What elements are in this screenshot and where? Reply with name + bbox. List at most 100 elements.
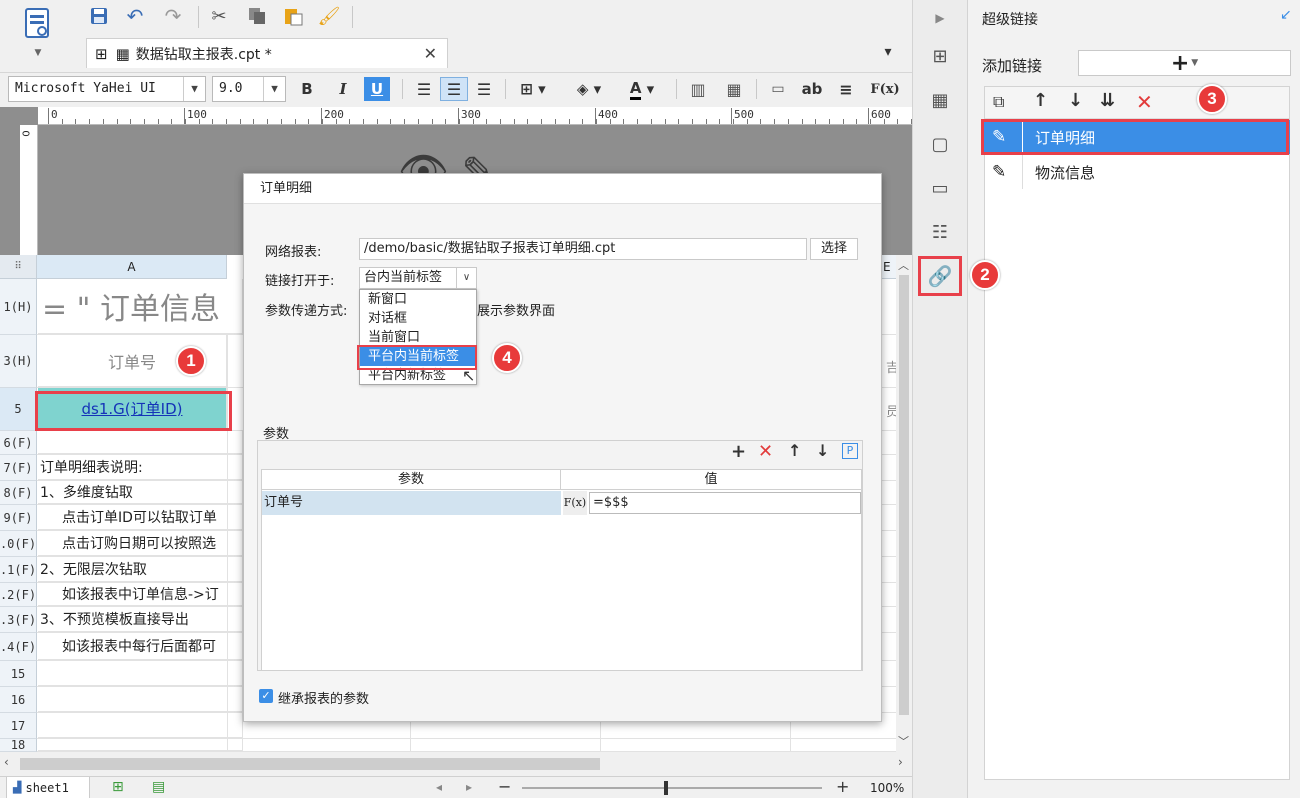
zoom-slider-thumb[interactable] — [664, 781, 668, 795]
cell-a12[interactable]: 如该报表中每行后面都可 — [38, 633, 243, 660]
row-header[interactable]: 18 — [0, 738, 37, 752]
collapse-arrow-icon[interactable]: ▶ — [917, 2, 963, 34]
fill-color-icon[interactable]: ◈ ▾ — [568, 77, 610, 101]
row-header[interactable]: 6(F) — [0, 431, 37, 455]
template-tab[interactable]: ⊞ ▦ 数据钻取主报表.cpt * ✕ — [86, 38, 448, 68]
row-header[interactable]: 7(F) — [0, 455, 37, 481]
widget-icon[interactable]: ▦ — [917, 84, 963, 116]
cell-element-icon[interactable]: ▢ — [917, 128, 963, 160]
horizontal-scrollbar[interactable]: ‹ › — [0, 752, 912, 776]
copy-icon[interactable] — [244, 4, 270, 28]
link-down-icon[interactable]: ↓ — [1068, 90, 1083, 111]
row-header[interactable]: 17 — [0, 713, 37, 739]
underline-button[interactable]: U — [364, 77, 390, 101]
row-header[interactable]: .2(F) — [0, 583, 37, 607]
scroll-thumb-h[interactable] — [20, 758, 600, 770]
dropdown-option[interactable]: 新窗口 — [360, 290, 476, 309]
row-header[interactable]: 5 — [0, 388, 37, 431]
template-dropdown-icon[interactable]: ▼ — [28, 46, 48, 60]
sheet-tab[interactable]: ▟ sheet1 — [6, 777, 90, 798]
cell-a5[interactable]: 订单明细表说明: — [38, 455, 243, 480]
merge-cells-icon[interactable]: ▥ — [686, 77, 710, 101]
formula-button[interactable]: F(x) — [870, 77, 900, 101]
link-move-bottom-icon[interactable]: ⇊ — [1100, 90, 1115, 111]
param-name-cell[interactable]: 订单号 — [262, 491, 561, 515]
column-header-a[interactable]: A — [37, 255, 227, 279]
select-button[interactable]: 选择 — [810, 238, 858, 260]
zoom-out-icon[interactable]: − — [498, 777, 511, 796]
copy-link-icon[interactable]: ⧉ — [993, 92, 1004, 112]
cell-a8[interactable]: 点击订购日期可以按照选 — [38, 531, 243, 556]
add-report-sheet-icon[interactable]: ▤ — [152, 779, 165, 795]
save-icon[interactable] — [86, 4, 112, 28]
font-color-icon[interactable]: A ▾ — [620, 77, 664, 101]
border-icon[interactable]: ⊞ ▾ — [514, 77, 552, 101]
report-path-field[interactable]: /demo/basic/数据钻取子报表订单明细.cpt — [359, 238, 807, 260]
add-param-icon[interactable]: + — [731, 441, 746, 462]
scroll-right-icon[interactable]: › — [898, 755, 903, 769]
font-size-select[interactable]: 9.0 ▼ — [212, 76, 286, 102]
scroll-left-icon[interactable]: ‹ — [4, 755, 9, 769]
cut-icon[interactable]: ✂ — [206, 4, 232, 28]
cell-a10[interactable]: 如该报表中订单信息->订 — [38, 583, 243, 606]
cell-a15[interactable] — [38, 713, 243, 738]
cell-a9[interactable]: 2、无限层次钻取 — [38, 557, 243, 582]
row-header[interactable]: 8(F) — [0, 481, 37, 505]
align-left-icon[interactable]: ☰ — [412, 77, 436, 101]
link-delete-icon[interactable]: ✕ — [1136, 90, 1153, 114]
condition-icon[interactable]: ☷ — [917, 216, 963, 248]
ab-button[interactable]: ab — [800, 77, 824, 101]
cell-a16[interactable] — [38, 739, 243, 751]
row-header[interactable]: .1(F) — [0, 557, 37, 583]
scroll-down-icon[interactable]: ﹀ — [898, 733, 909, 749]
row-header[interactable]: .0(F) — [0, 531, 37, 557]
cell-a6[interactable]: 1、多维度钻取 — [38, 481, 243, 504]
cell-a1[interactable]: = " 订单信息 — [38, 279, 243, 334]
font-family-select[interactable]: Microsoft YaHei UI ▼ — [8, 76, 206, 102]
tab-menu-icon[interactable]: ▾ — [876, 42, 900, 62]
row-header[interactable]: 16 — [0, 687, 37, 713]
scroll-thumb[interactable] — [899, 275, 909, 715]
zoom-slider[interactable] — [522, 787, 822, 789]
redo-icon[interactable]: ↷ — [160, 4, 186, 28]
add-link-button[interactable]: + ▼ — [1078, 50, 1291, 76]
add-sheet-icon[interactable]: ⊞ — [112, 779, 124, 795]
open-in-select[interactable]: 台内当前标签 ∨ — [359, 267, 477, 289]
dropdown-widget-icon[interactable]: ▭ — [917, 172, 963, 204]
zoom-in-icon[interactable]: + — [836, 777, 849, 796]
cell-attribute-icon[interactable]: ⊞ — [917, 40, 963, 72]
row-header[interactable]: 9(F) — [0, 505, 37, 531]
text-field-icon[interactable]: ▭ — [766, 77, 790, 101]
row-header[interactable]: 3(H) — [0, 335, 37, 388]
move-up-icon[interactable]: ↑ — [788, 441, 801, 460]
bold-button[interactable]: B — [296, 77, 318, 101]
scroll-up-icon[interactable]: ︿ — [898, 257, 909, 273]
vertical-scrollbar[interactable]: ︿ ﹀ — [896, 255, 912, 752]
undo-icon[interactable]: ↶ — [122, 4, 148, 28]
inherit-checkbox[interactable]: ✓ — [259, 689, 273, 703]
dropdown-option[interactable]: 对话框 — [360, 309, 476, 328]
text-wrap-icon[interactable]: ≡ — [834, 77, 858, 101]
template-icon[interactable] — [18, 4, 58, 44]
cell-a7[interactable]: 点击订单ID可以钻取订单 — [38, 505, 243, 530]
close-tab-icon[interactable]: ✕ — [424, 44, 437, 63]
row-header[interactable]: 1(H) — [0, 279, 37, 335]
cell-a11[interactable]: 3、不预览模板直接导出 — [38, 607, 243, 632]
next-icon[interactable]: ▸ — [466, 780, 472, 794]
split-cells-icon[interactable]: ▦ — [722, 77, 746, 101]
p-button[interactable]: P — [842, 443, 858, 459]
align-right-icon[interactable]: ☰ — [472, 77, 496, 101]
format-painter-icon[interactable]: 🖌 — [316, 4, 342, 28]
select-all-corner[interactable]: ⠿ — [0, 255, 37, 279]
move-down-icon[interactable]: ↓ — [816, 441, 829, 460]
align-center-icon[interactable]: ☰ — [440, 77, 468, 101]
link-up-icon[interactable]: ↑ — [1033, 90, 1048, 111]
param-fx-button[interactable]: F(x) — [563, 491, 587, 515]
italic-button[interactable]: I — [332, 77, 354, 101]
panel-pin-icon[interactable]: ↙ — [1280, 7, 1292, 23]
link-item[interactable]: ✎ 物流信息 — [984, 155, 1290, 189]
row-header[interactable]: .3(F) — [0, 607, 37, 633]
cell-a14[interactable] — [38, 687, 243, 712]
cell-a4[interactable] — [38, 431, 243, 454]
row-header[interactable]: 15 — [0, 661, 37, 687]
